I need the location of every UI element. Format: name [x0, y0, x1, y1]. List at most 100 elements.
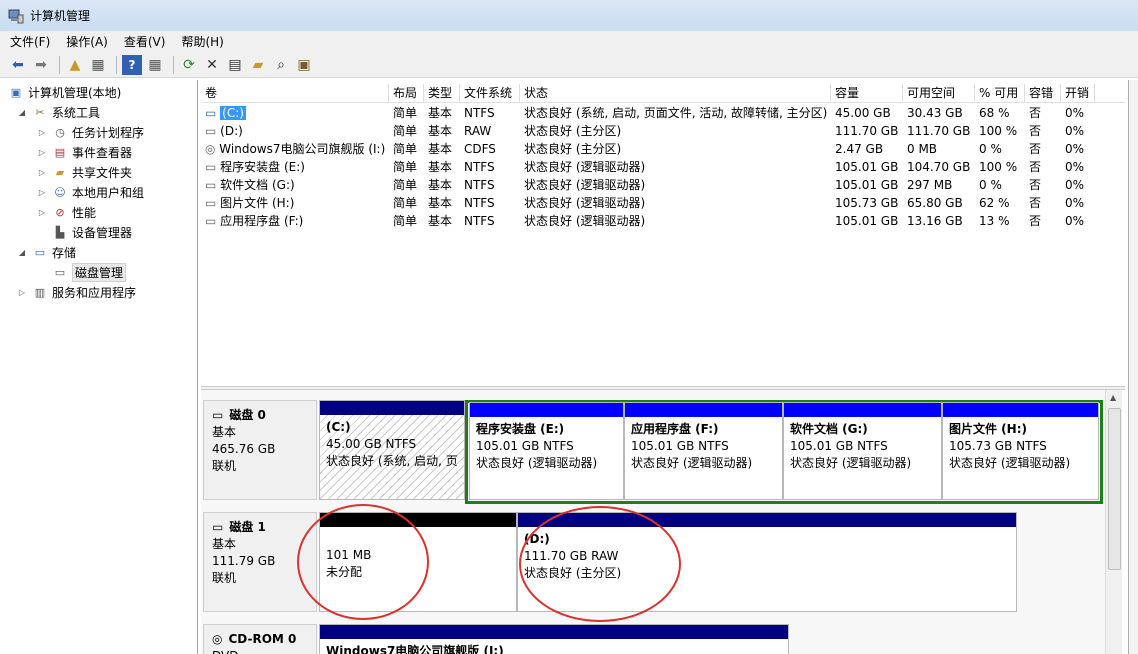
scrollbar-thumb[interactable] — [1108, 408, 1121, 570]
properties-icon[interactable]: ▤ — [225, 55, 245, 75]
column-header-volume[interactable]: 卷 — [201, 84, 389, 102]
table-row[interactable]: ◎ Windows7电脑公司旗舰版 (I:) 简单 基本 CDFS 状态良好 (主分区)… — [201, 140, 1125, 158]
column-header-type[interactable]: 类型 — [424, 84, 460, 102]
volume-name: 软件文档 (G:) — [220, 178, 295, 192]
column-header-fault-tolerance[interactable]: 容错 — [1025, 84, 1061, 102]
disk-0-size: 465.76 GB — [212, 442, 276, 456]
forward-icon[interactable]: ➡ — [31, 55, 51, 75]
table-cell: 297 MB — [907, 178, 953, 192]
disk-0-type: 基本 — [212, 425, 237, 439]
expanded-arrow-icon[interactable]: ◢ — [16, 108, 28, 117]
collapsed-arrow-icon[interactable]: ▷ — [16, 288, 28, 297]
menu-file[interactable]: 文件(F) — [10, 33, 50, 50]
tree-item-local-users[interactable]: ▷ ☺ 本地用户和组 — [36, 182, 144, 202]
table-row[interactable]: ▭ 图片文件 (H:) 简单 基本 NTFS 状态良好 (逻辑驱动器) 105.73 GB… — [201, 194, 1125, 212]
table-cell: NTFS — [464, 178, 495, 192]
table-cell: NTFS — [464, 214, 495, 228]
column-header-overhead[interactable]: 开销 — [1061, 84, 1095, 102]
column-header-status[interactable]: 状态 — [520, 84, 831, 102]
volume-name-cell: ▭ 软件文档 (G:) — [201, 176, 389, 194]
table-cell: 30.43 GB — [907, 106, 963, 120]
tree-item-performance[interactable]: ▷ ⊘ 性能 — [36, 202, 96, 222]
toolbar: ⬅ ➡ ▲ ▦ ? ▦ ⟳ ✕ ▤ ▰ ⌕ ▣ — [0, 52, 1138, 78]
column-header-free-space[interactable]: 可用空间 — [903, 84, 975, 102]
menu-view[interactable]: 查看(V) — [124, 33, 166, 50]
cdrom-0-name: CD-ROM 0 — [228, 632, 297, 646]
tree-item-storage[interactable]: ◢ ▭ 存储 — [16, 242, 76, 262]
table-cell: 基本 — [428, 124, 453, 138]
scroll-up-icon[interactable]: ▲ — [1110, 393, 1116, 402]
cdrom-0-type: DVD — [212, 648, 316, 654]
disk-management-icon: ▭ — [54, 265, 66, 279]
delete-icon[interactable]: ✕ — [202, 55, 222, 75]
column-header-filesystem[interactable]: 文件系统 — [460, 84, 520, 102]
tree-item-shared-folders[interactable]: ▷ ▰ 共享文件夹 — [36, 162, 132, 182]
computer-management-icon — [8, 9, 24, 23]
collapsed-arrow-icon[interactable]: ▷ — [36, 128, 48, 137]
table-cell: 13 % — [979, 214, 1010, 228]
help-icon[interactable]: ? — [122, 54, 142, 75]
open-folder-icon[interactable]: ▰ — [248, 55, 268, 75]
tree-item-disk-management[interactable]: ▭ 磁盘管理 — [52, 262, 127, 282]
column-header-capacity[interactable]: 容量 — [831, 84, 903, 102]
table-cell: 0% — [1065, 124, 1085, 138]
table-cell: 否 — [1029, 196, 1042, 210]
column-header-layout[interactable]: 布局 — [389, 84, 424, 102]
menu-help[interactable]: 帮助(H) — [181, 33, 223, 50]
annotation-circle-d — [519, 506, 681, 622]
partition-i[interactable]: Windows7电脑公司旗舰版 (I:) — [319, 624, 789, 654]
event-viewer-icon: ▤ — [54, 145, 66, 159]
tree-item-root[interactable]: ▣ 计算机管理(本地) — [8, 82, 122, 102]
partition-c[interactable]: (C:) 45.00 GB NTFS 状态良好 (系统, 启动, 页 — [319, 400, 465, 500]
menu-action[interactable]: 操作(A) — [66, 33, 108, 50]
expanded-arrow-icon[interactable]: ◢ — [16, 248, 28, 257]
search-icon[interactable]: ⌕ — [271, 55, 291, 75]
collapsed-arrow-icon[interactable]: ▷ — [36, 168, 48, 177]
cdrom-icon: ◎ — [212, 632, 223, 646]
cdrom-0-info[interactable]: ◎ CD-ROM 0 DVD — [203, 624, 317, 654]
up-folder-icon[interactable]: ▲ — [65, 55, 85, 75]
disk-0-info[interactable]: ▭ 磁盘 0 基本 465.76 GB 联机 — [203, 400, 317, 500]
table-cell: 基本 — [428, 196, 453, 210]
table-cell: 简单 — [393, 124, 418, 138]
tree-item-system-tools[interactable]: ◢ ✂ 系统工具 — [16, 102, 100, 122]
disk-graphical-view: ▭ 磁盘 0 基本 465.76 GB 联机 (C:) 45.00 GB NTFS… — [201, 390, 1105, 654]
partition-g[interactable]: 软件文档 (G:) 105.01 GB NTFS 状态良好 (逻辑驱动器) — [783, 402, 942, 500]
partition-h[interactable]: 图片文件 (H:) 105.73 GB NTFS 状态良好 (逻辑驱动器) — [942, 402, 1099, 500]
table-row[interactable]: ▭ (D:) 简单 基本 RAW 状态良好 (主分区) 111.70 GB 111.70 G… — [201, 122, 1125, 140]
partition-bar — [625, 403, 782, 417]
table-row[interactable]: ▭ (C:) 简单 基本 NTFS 状态良好 (系统, 启动, 页面文件, 活动, 故障… — [201, 104, 1125, 122]
volume-name-cell: ▭ 程序安装盘 (E:) — [201, 158, 389, 176]
collapsed-arrow-icon[interactable]: ▷ — [36, 148, 48, 157]
table-cell: 65.80 GB — [907, 196, 963, 210]
table-row[interactable]: ▭ 应用程序盘 (F:) 简单 基本 NTFS 状态良好 (逻辑驱动器) 105.01 G… — [201, 212, 1125, 230]
table-row[interactable]: ▭ 软件文档 (G:) 简单 基本 NTFS 状态良好 (逻辑驱动器) 105.01 GB… — [201, 176, 1125, 194]
disk-view-scrollbar[interactable]: ▲ — [1105, 390, 1122, 654]
partition-f[interactable]: 应用程序盘 (F:) 105.01 GB NTFS 状态良好 (逻辑驱动器) — [624, 402, 783, 500]
back-icon[interactable]: ⬅ — [8, 55, 28, 75]
collapsed-arrow-icon[interactable]: ▷ — [36, 208, 48, 217]
table-cell: 13.16 GB — [907, 214, 963, 228]
show-hide-tree-icon[interactable]: ▦ — [88, 55, 108, 75]
device-manager-icon: ▙ — [55, 225, 65, 239]
disk-icon: ▭ — [212, 408, 224, 422]
tree-item-event-viewer[interactable]: ▷ ▤ 事件查看器 — [36, 142, 132, 162]
column-header-percent-free[interactable]: % 可用 — [975, 84, 1025, 102]
volume-name: Windows7电脑公司旗舰版 (I:) — [219, 142, 386, 156]
table-cell: 基本 — [428, 214, 453, 228]
performance-icon: ⊘ — [55, 205, 65, 219]
tree-item-device-manager[interactable]: ▙ 设备管理器 — [52, 222, 132, 242]
table-row[interactable]: ▭ 程序安装盘 (E:) 简单 基本 NTFS 状态良好 (逻辑驱动器) 105.01 G… — [201, 158, 1125, 176]
title-bar: 计算机管理 — [0, 0, 1138, 31]
disk-properties-icon[interactable]: ▣ — [294, 55, 314, 75]
show-hide-action-pane-icon[interactable]: ▦ — [145, 55, 165, 75]
tree-item-services-apps[interactable]: ▷ ▥ 服务和应用程序 — [16, 282, 136, 302]
refresh-icon[interactable]: ⟳ — [179, 55, 199, 75]
table-cell: 简单 — [393, 214, 418, 228]
collapsed-arrow-icon[interactable]: ▷ — [36, 188, 48, 197]
annotation-circle-unallocated — [297, 504, 429, 620]
tools-icon: ✂ — [35, 105, 45, 119]
tree-item-task-scheduler[interactable]: ▷ ◷ 任务计划程序 — [36, 122, 144, 142]
disk-icon: ▭ — [205, 178, 221, 192]
partition-e[interactable]: 程序安装盘 (E:) 105.01 GB NTFS 状态良好 (逻辑驱动器) — [469, 402, 624, 500]
